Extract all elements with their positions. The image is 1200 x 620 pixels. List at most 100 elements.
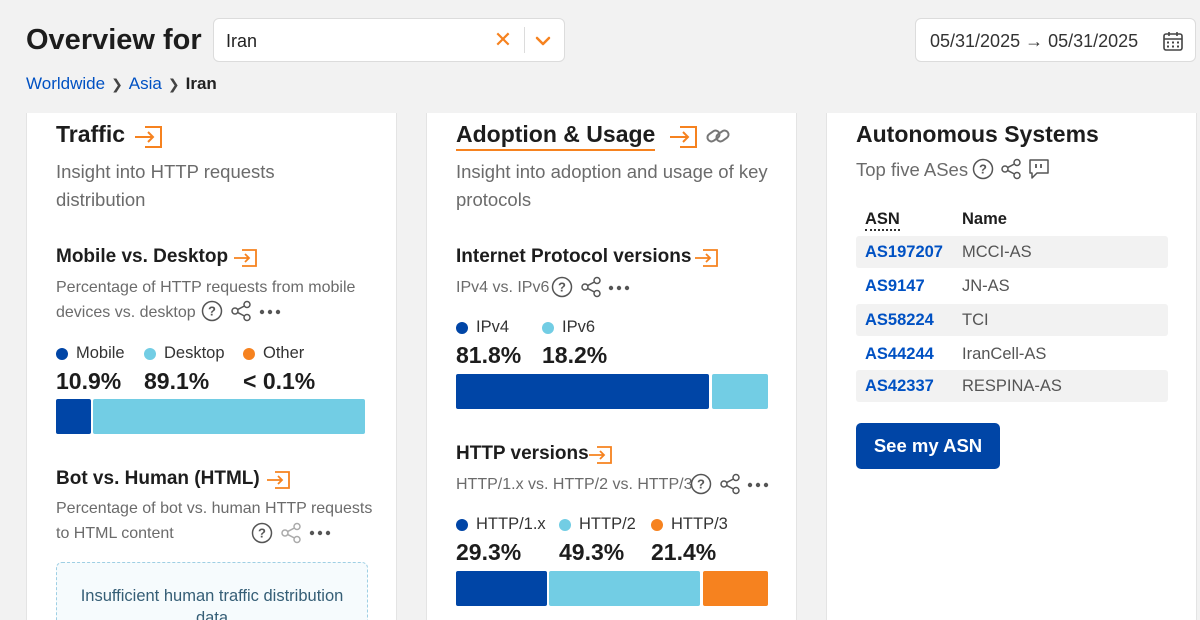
http2-percent: 49.3% [559, 539, 625, 565]
legend-dot [559, 518, 571, 531]
svg-text:?: ? [208, 304, 216, 319]
asn-link[interactable]: AS9147 [865, 277, 925, 296]
legend-label: Mobile [76, 344, 125, 362]
svg-text:?: ? [979, 162, 987, 177]
asn-card: Autonomous Systems Top five ASes ? ASN N… [826, 113, 1197, 620]
open-section-icon[interactable] [668, 125, 698, 149]
ipv4-bar-segment[interactable] [456, 374, 709, 409]
asn-name: RESPINA-AS [962, 377, 1062, 395]
share-icon[interactable] [230, 300, 252, 322]
breadcrumb-worldwide[interactable]: Worldwide [26, 74, 105, 94]
traffic-card: Traffic Insight into HTTP requests distr… [26, 113, 397, 620]
page-title: Overview for [26, 24, 202, 56]
share-icon[interactable] [1000, 158, 1022, 180]
legend-ipv4: IPv4 [456, 318, 509, 337]
legend-label: Desktop [164, 344, 225, 362]
legend-dot [56, 347, 68, 360]
breadcrumb-asia[interactable]: Asia [129, 74, 162, 94]
adoption-card: Adoption & Usage Insight into adoption a… [426, 113, 797, 620]
adoption-title[interactable]: Adoption & Usage [456, 121, 656, 151]
link-icon[interactable] [704, 124, 732, 148]
date-range-value[interactable]: 05/31/2025 → 05/31/2025 [930, 31, 1138, 52]
legend-dot [456, 321, 468, 334]
traffic-title: Traffic [56, 121, 126, 147]
comment-icon[interactable] [1028, 158, 1050, 180]
traffic-description: Insight into HTTP requests distribution [56, 161, 275, 210]
legend-http3: HTTP/3 [651, 515, 728, 534]
ipv4-percent: 81.8% [456, 342, 522, 368]
other-percent: < 0.1% [243, 368, 316, 394]
chevron-down-icon[interactable] [531, 30, 555, 52]
location-select-value[interactable]: Iran [226, 31, 257, 52]
open-section-icon[interactable] [587, 445, 613, 465]
see-my-asn-button[interactable]: See my ASN [856, 423, 1000, 469]
http3-percent: 21.4% [651, 539, 717, 565]
svg-text:?: ? [697, 477, 705, 492]
legend-label: IPv4 [476, 318, 510, 336]
share-icon[interactable] [719, 473, 741, 495]
more-options-icon[interactable] [747, 482, 769, 488]
calendar-icon[interactable] [1162, 30, 1184, 52]
chevron-right-icon: ❯ [167, 75, 180, 92]
http2-bar-segment[interactable] [549, 571, 700, 606]
legend-label: HTTP/2 [579, 515, 636, 533]
asn-link[interactable]: AS44244 [865, 345, 934, 364]
legend-label: HTTP/1.x [476, 515, 546, 533]
help-icon[interactable]: ? [690, 473, 712, 495]
mobile-bar-segment[interactable] [56, 399, 91, 434]
ip-versions-title: Internet Protocol versions [456, 246, 692, 267]
insufficient-data-text: Insufficient human traffic distribution … [80, 587, 344, 620]
http-versions-description: HTTP/1.x vs. HTTP/2 vs. HTTP/3 [456, 476, 693, 493]
legend-dot [456, 518, 468, 531]
table-row: AS9147 JN-AS [856, 270, 1168, 302]
legend-http2: HTTP/2 [559, 515, 636, 534]
share-icon[interactable] [580, 276, 602, 298]
help-icon[interactable]: ? [551, 276, 573, 298]
date-range-picker[interactable]: 05/31/2025 → 05/31/2025 [915, 18, 1196, 62]
asn-name: JN-AS [962, 277, 1010, 295]
http1-bar-segment[interactable] [456, 571, 547, 606]
legend-http1: HTTP/1.x [456, 515, 546, 534]
mobile-desktop-title: Mobile vs. Desktop [56, 246, 229, 267]
asn-name: IranCell-AS [962, 345, 1047, 363]
more-options-icon[interactable] [608, 285, 630, 291]
legend-dot [651, 518, 663, 531]
name-column-header: Name [962, 210, 1007, 228]
svg-text:?: ? [258, 526, 266, 541]
help-icon[interactable]: ? [251, 522, 273, 544]
asn-link[interactable]: AS197207 [865, 243, 943, 262]
clear-icon[interactable]: ✕ [492, 28, 514, 52]
open-section-icon[interactable] [265, 470, 291, 490]
table-row: AS42337 RESPINA-AS [856, 370, 1168, 402]
asn-link[interactable]: AS58224 [865, 311, 934, 330]
asn-link[interactable]: AS42337 [865, 377, 934, 396]
open-section-icon[interactable] [693, 248, 719, 268]
asn-name: MCCI-AS [962, 243, 1032, 261]
ipv6-percent: 18.2% [542, 342, 608, 368]
insufficient-data-notice: Insufficient human traffic distribution … [56, 562, 368, 620]
http3-bar-segment[interactable] [703, 571, 768, 606]
http-versions-title: HTTP versions [456, 443, 589, 464]
legend-dot [243, 347, 255, 360]
open-section-icon[interactable] [133, 125, 163, 149]
ip-versions-description: IPv4 vs. IPv6 [456, 279, 550, 296]
location-select[interactable]: Iran ✕ [213, 18, 565, 62]
ipv6-bar-segment[interactable] [712, 374, 768, 409]
help-icon[interactable]: ? [972, 158, 994, 180]
more-options-icon[interactable] [309, 530, 331, 536]
asn-column-header[interactable]: ASN [865, 210, 900, 231]
legend-label: IPv6 [562, 318, 596, 336]
legend-dot [144, 347, 156, 360]
bot-human-description: Percentage of bot vs. human HTTP request… [56, 500, 373, 542]
desktop-bar-segment[interactable] [93, 399, 365, 434]
open-section-icon[interactable] [232, 248, 258, 268]
asn-description: Top five ASes [856, 159, 969, 180]
breadcrumb: Worldwide ❯ Asia ❯ Iran [26, 74, 217, 94]
asn-title: Autonomous Systems [856, 121, 1099, 147]
legend-ipv6: IPv6 [542, 318, 595, 337]
help-icon[interactable]: ? [201, 300, 223, 322]
more-options-icon[interactable] [259, 309, 281, 315]
share-icon[interactable] [280, 522, 302, 544]
legend-desktop: Desktop [144, 344, 225, 363]
table-row: AS197207 MCCI-AS [856, 236, 1168, 268]
